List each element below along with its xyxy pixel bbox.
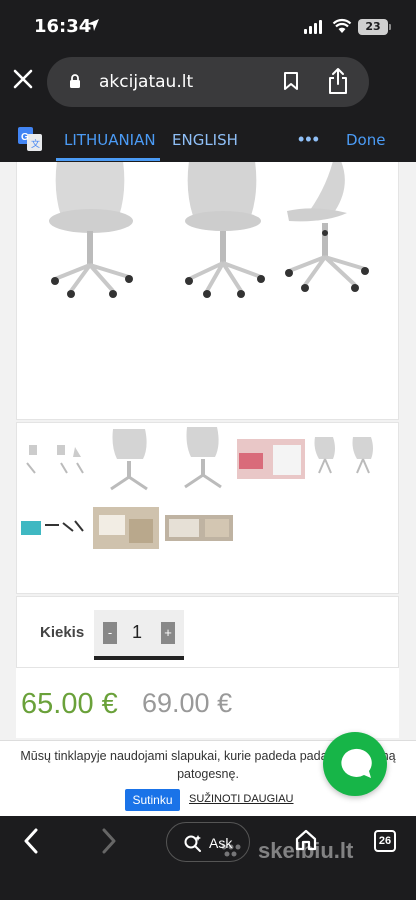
- tab-switcher-button[interactable]: 26: [374, 830, 396, 852]
- chat-button[interactable]: [323, 732, 387, 796]
- tab-english[interactable]: ENGLISH: [172, 131, 238, 149]
- old-price: 69.00 €: [142, 688, 233, 718]
- current-price: 65.00 €: [21, 688, 118, 720]
- done-button[interactable]: Done: [346, 131, 385, 149]
- chat-bubble-icon: [341, 748, 372, 778]
- home-icon[interactable]: [294, 828, 318, 852]
- web-page: Kiekis - 1 + 65.00 € 69.00 € Mūsų tinkla…: [0, 162, 416, 816]
- status-bar: 16:34 23: [0, 0, 416, 52]
- lock-icon: [70, 74, 80, 88]
- sparkle-search-icon: [184, 835, 201, 852]
- location-arrow-icon: [87, 19, 99, 31]
- thumbnail-gallery: [16, 422, 399, 594]
- battery-tip: [389, 24, 391, 30]
- wifi-icon: [332, 18, 352, 33]
- thumbnail-strip: [19, 427, 379, 549]
- thumbnail-7[interactable]: [93, 507, 159, 549]
- thumbnail-3[interactable]: [169, 427, 231, 493]
- browser-url-row: akcijatau.lt: [0, 52, 416, 108]
- svg-text:文: 文: [31, 138, 40, 149]
- thumbnail-4[interactable]: [237, 439, 305, 479]
- tab-active-indicator: [56, 158, 160, 161]
- decrement-button[interactable]: -: [103, 622, 117, 644]
- bookmark-icon[interactable]: [283, 71, 299, 91]
- thumbnail-1[interactable]: [23, 439, 85, 479]
- cookie-learn-more-link[interactable]: SUŽINOTI DAUGIAU: [189, 793, 294, 805]
- cookie-accept-button[interactable]: Sutinku: [125, 789, 180, 811]
- more-options-icon[interactable]: •••: [298, 129, 320, 150]
- product-main-image[interactable]: [16, 162, 399, 420]
- thumbnail-5[interactable]: [311, 433, 379, 481]
- back-arrow-icon[interactable]: [22, 828, 40, 854]
- address-bar[interactable]: akcijatau.lt: [47, 57, 369, 107]
- translate-bar: G 文 LITHUANIAN ENGLISH ••• Done: [0, 116, 416, 162]
- quantity-stepper: - 1 +: [94, 610, 184, 660]
- price-row: 65.00 € 69.00 €: [16, 668, 399, 738]
- chair-product-image: [49, 162, 369, 298]
- share-icon[interactable]: [327, 67, 349, 95]
- close-icon[interactable]: [10, 66, 36, 92]
- increment-button[interactable]: +: [161, 622, 175, 644]
- svg-text:G: G: [21, 132, 29, 143]
- browser-bottom-toolbar: Ask skelbiu.lt 26: [0, 816, 416, 900]
- thumbnail-8[interactable]: [165, 515, 233, 541]
- forward-arrow-icon[interactable]: [100, 828, 118, 854]
- cellular-signal-icon: [304, 20, 322, 34]
- tab-lithuanian[interactable]: LITHUANIAN: [64, 131, 156, 149]
- url-text: akcijatau.lt: [99, 72, 194, 92]
- thumbnail-6[interactable]: [19, 515, 87, 539]
- quantity-label: Kiekis: [40, 624, 85, 641]
- quantity-card: Kiekis - 1 +: [16, 596, 399, 668]
- status-time: 16:34: [34, 16, 92, 37]
- thumbnail-2[interactable]: [97, 427, 159, 493]
- battery-indicator: 23: [358, 19, 388, 35]
- quantity-input[interactable]: 1: [132, 622, 142, 643]
- watermark-logo-icon: [221, 844, 241, 857]
- google-translate-icon[interactable]: G 文: [18, 127, 42, 151]
